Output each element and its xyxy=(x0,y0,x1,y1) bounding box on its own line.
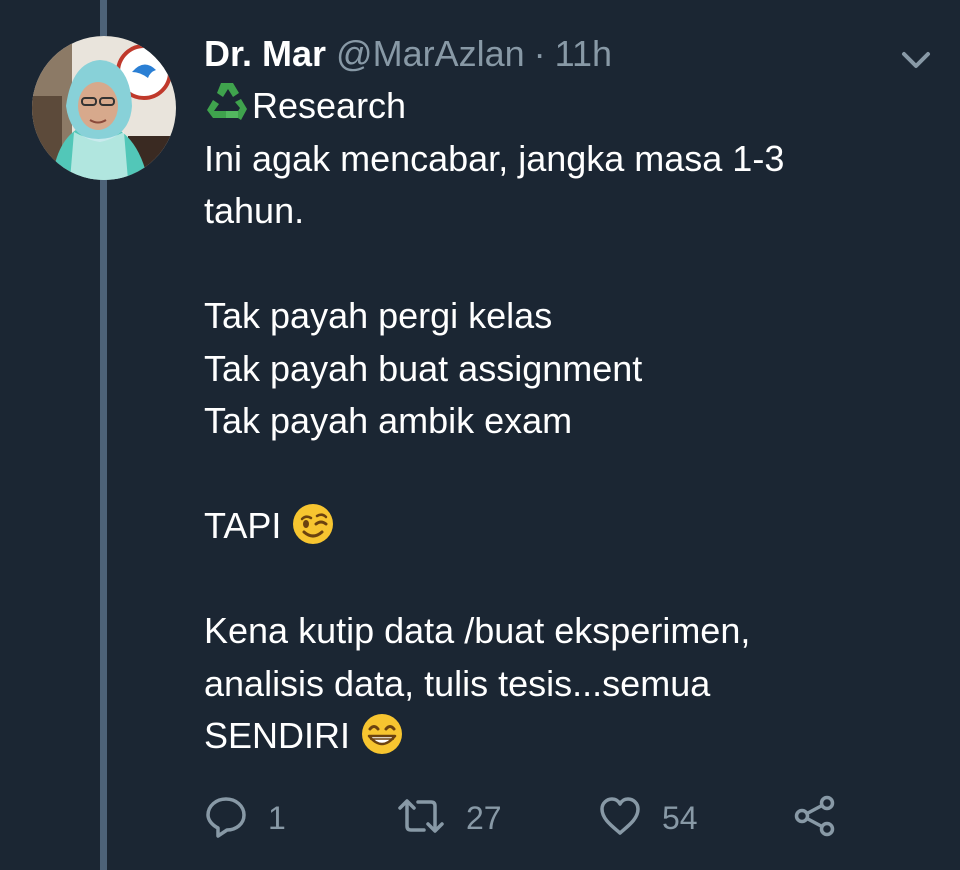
recycle-emoji-icon xyxy=(204,80,250,139)
tweet-line: Tak payah ambik exam xyxy=(204,400,573,441)
tweet-line: SENDIRI xyxy=(204,710,904,763)
reply-icon xyxy=(204,794,248,843)
tweet-text-tapi: TAPI xyxy=(204,505,282,546)
tweet-line: Ini agak mencabar, jangka masa 1-3 xyxy=(204,137,785,179)
like-button[interactable]: 54 xyxy=(598,788,698,848)
display-name[interactable]: Dr. Mar xyxy=(204,30,326,78)
tweet-text-research: Research xyxy=(252,85,407,126)
user-handle[interactable]: @MarAzlan xyxy=(336,30,525,78)
retweet-button[interactable]: 27 xyxy=(396,788,502,848)
like-count: 54 xyxy=(662,799,698,836)
reply-count: 1 xyxy=(268,799,286,836)
chevron-down-icon[interactable] xyxy=(896,42,936,78)
timestamp[interactable]: 11h xyxy=(555,30,612,78)
tweet-actions: 1 27 54 xyxy=(0,788,960,848)
tweet-line: Kena kutip data /buat eksperimen, xyxy=(204,610,751,651)
tweet-line: analisis data, tulis tesis...semua xyxy=(204,662,711,704)
separator-dot: · xyxy=(533,33,546,74)
tweet-line: Tak payah buat assignment xyxy=(204,347,643,389)
tweet-line: tahun. xyxy=(204,190,305,231)
share-button[interactable] xyxy=(792,788,838,848)
winking-face-emoji-icon xyxy=(291,502,335,561)
tweet-line: TAPI xyxy=(204,500,904,553)
share-icon xyxy=(792,794,838,843)
heart-icon xyxy=(598,794,642,843)
avatar[interactable] xyxy=(32,36,176,180)
retweet-count: 27 xyxy=(466,799,502,836)
tweet-line: Research xyxy=(204,80,904,133)
reply-button[interactable]: 1 xyxy=(204,788,286,848)
tweet-text-sendiri: SENDIRI xyxy=(204,715,351,756)
tweet-text: Research Ini agak mencabar, jangka masa … xyxy=(204,80,904,763)
retweet-icon xyxy=(396,794,446,843)
tweet-header: Dr. Mar @MarAzlan · 11h xyxy=(204,30,612,78)
tweet-line: Tak payah pergi kelas xyxy=(204,295,553,336)
grinning-face-emoji-icon xyxy=(360,712,404,771)
